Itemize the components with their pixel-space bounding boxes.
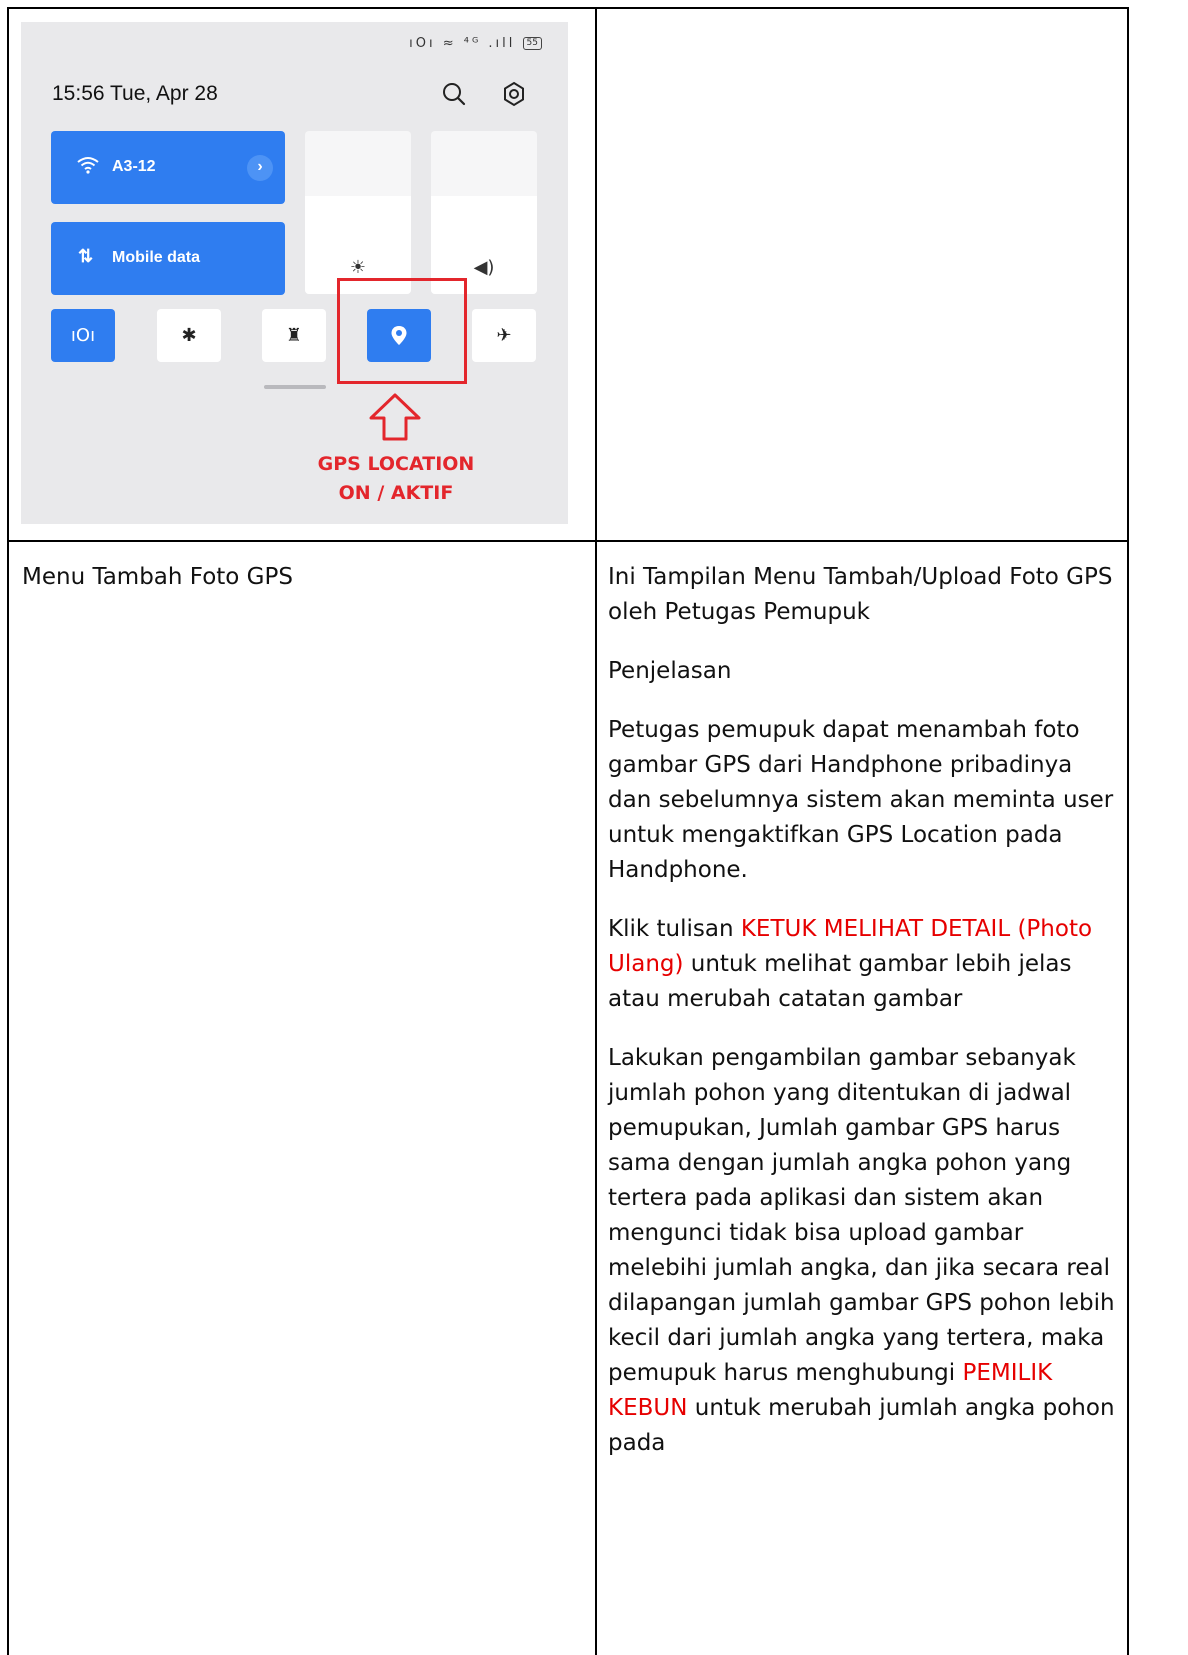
- wifi-network-label: A3-12: [112, 158, 156, 175]
- table-border-middle: [595, 7, 597, 1655]
- bluetooth-toggle[interactable]: ✱: [157, 309, 221, 362]
- drag-handle[interactable]: [264, 385, 326, 389]
- table-border-top: [7, 7, 1129, 9]
- gps-highlight-box: [337, 278, 467, 384]
- gps-caption-line1: GPS LOCATION: [317, 453, 475, 475]
- left-cell-caption: Menu Tambah Foto GPS: [22, 564, 293, 590]
- chevron-right-icon[interactable]: ›: [247, 155, 273, 181]
- volume-icon: ◀): [473, 257, 495, 278]
- clock-date: 15:56 Tue, Apr 28: [52, 82, 218, 105]
- brightness-slider[interactable]: ☀: [305, 131, 411, 294]
- photo-count-prefix: Lakukan pengambilan gambar sebanyak juml…: [608, 1045, 1115, 1386]
- volume-slider[interactable]: ◀): [431, 131, 537, 294]
- flashlight-icon: ♜: [285, 325, 303, 346]
- search-icon[interactable]: [440, 80, 468, 108]
- bluetooth-icon: ✱: [181, 325, 197, 346]
- section-heading: Penjelasan: [608, 658, 732, 684]
- right-cell-content: Ini Tampilan Menu Tambah/Upload Foto GPS…: [608, 560, 1120, 1485]
- vibrate-icon: ıOı: [70, 325, 96, 346]
- gps-caption: GPS LOCATION ON / AKTIF: [271, 450, 521, 508]
- table-border-right: [1127, 7, 1129, 1655]
- wifi-icon: [77, 157, 99, 174]
- airplane-mode-toggle[interactable]: ✈: [472, 309, 536, 362]
- flashlight-toggle[interactable]: ♜: [262, 309, 326, 362]
- vibrate-toggle[interactable]: ıOı: [51, 309, 115, 362]
- battery-icon: 55: [522, 37, 542, 50]
- arrow-up-icon: [369, 393, 421, 441]
- gps-caption-line2: ON / AKTIF: [338, 482, 454, 504]
- settings-icon[interactable]: [500, 80, 528, 108]
- photo-count-paragraph: Lakukan pengambilan gambar sebanyak juml…: [608, 1041, 1120, 1461]
- mobile-data-label: Mobile data: [112, 249, 201, 266]
- brightness-icon: ☀: [349, 257, 367, 278]
- phone-screenshot: ıOı ≈ ⁴ᴳ .ıll 55 15:56 Tue, Apr 28 A3-12…: [21, 22, 568, 524]
- airplane-icon: ✈: [496, 325, 512, 346]
- status-icons-text: ıOı ≈ ⁴ᴳ .ıll: [409, 36, 516, 51]
- explanation-paragraph: Petugas pemupuk dapat menambah foto gamb…: [608, 717, 1114, 883]
- intro-paragraph: Ini Tampilan Menu Tambah/Upload Foto GPS…: [608, 564, 1113, 625]
- wifi-tile[interactable]: A3-12 ›: [51, 131, 285, 204]
- mobile-data-icon: ⇅: [78, 246, 94, 266]
- table-row-divider: [7, 540, 1129, 542]
- mobile-data-tile[interactable]: ⇅ Mobile data: [51, 222, 285, 295]
- table-border-left: [7, 7, 9, 1655]
- status-bar-icons: ıOı ≈ ⁴ᴳ .ıll 55: [409, 36, 542, 51]
- click-instruction-paragraph: Klik tulisan KETUK MELIHAT DETAIL (Photo…: [608, 912, 1120, 1017]
- click-instruction-prefix: Klik tulisan: [608, 916, 741, 942]
